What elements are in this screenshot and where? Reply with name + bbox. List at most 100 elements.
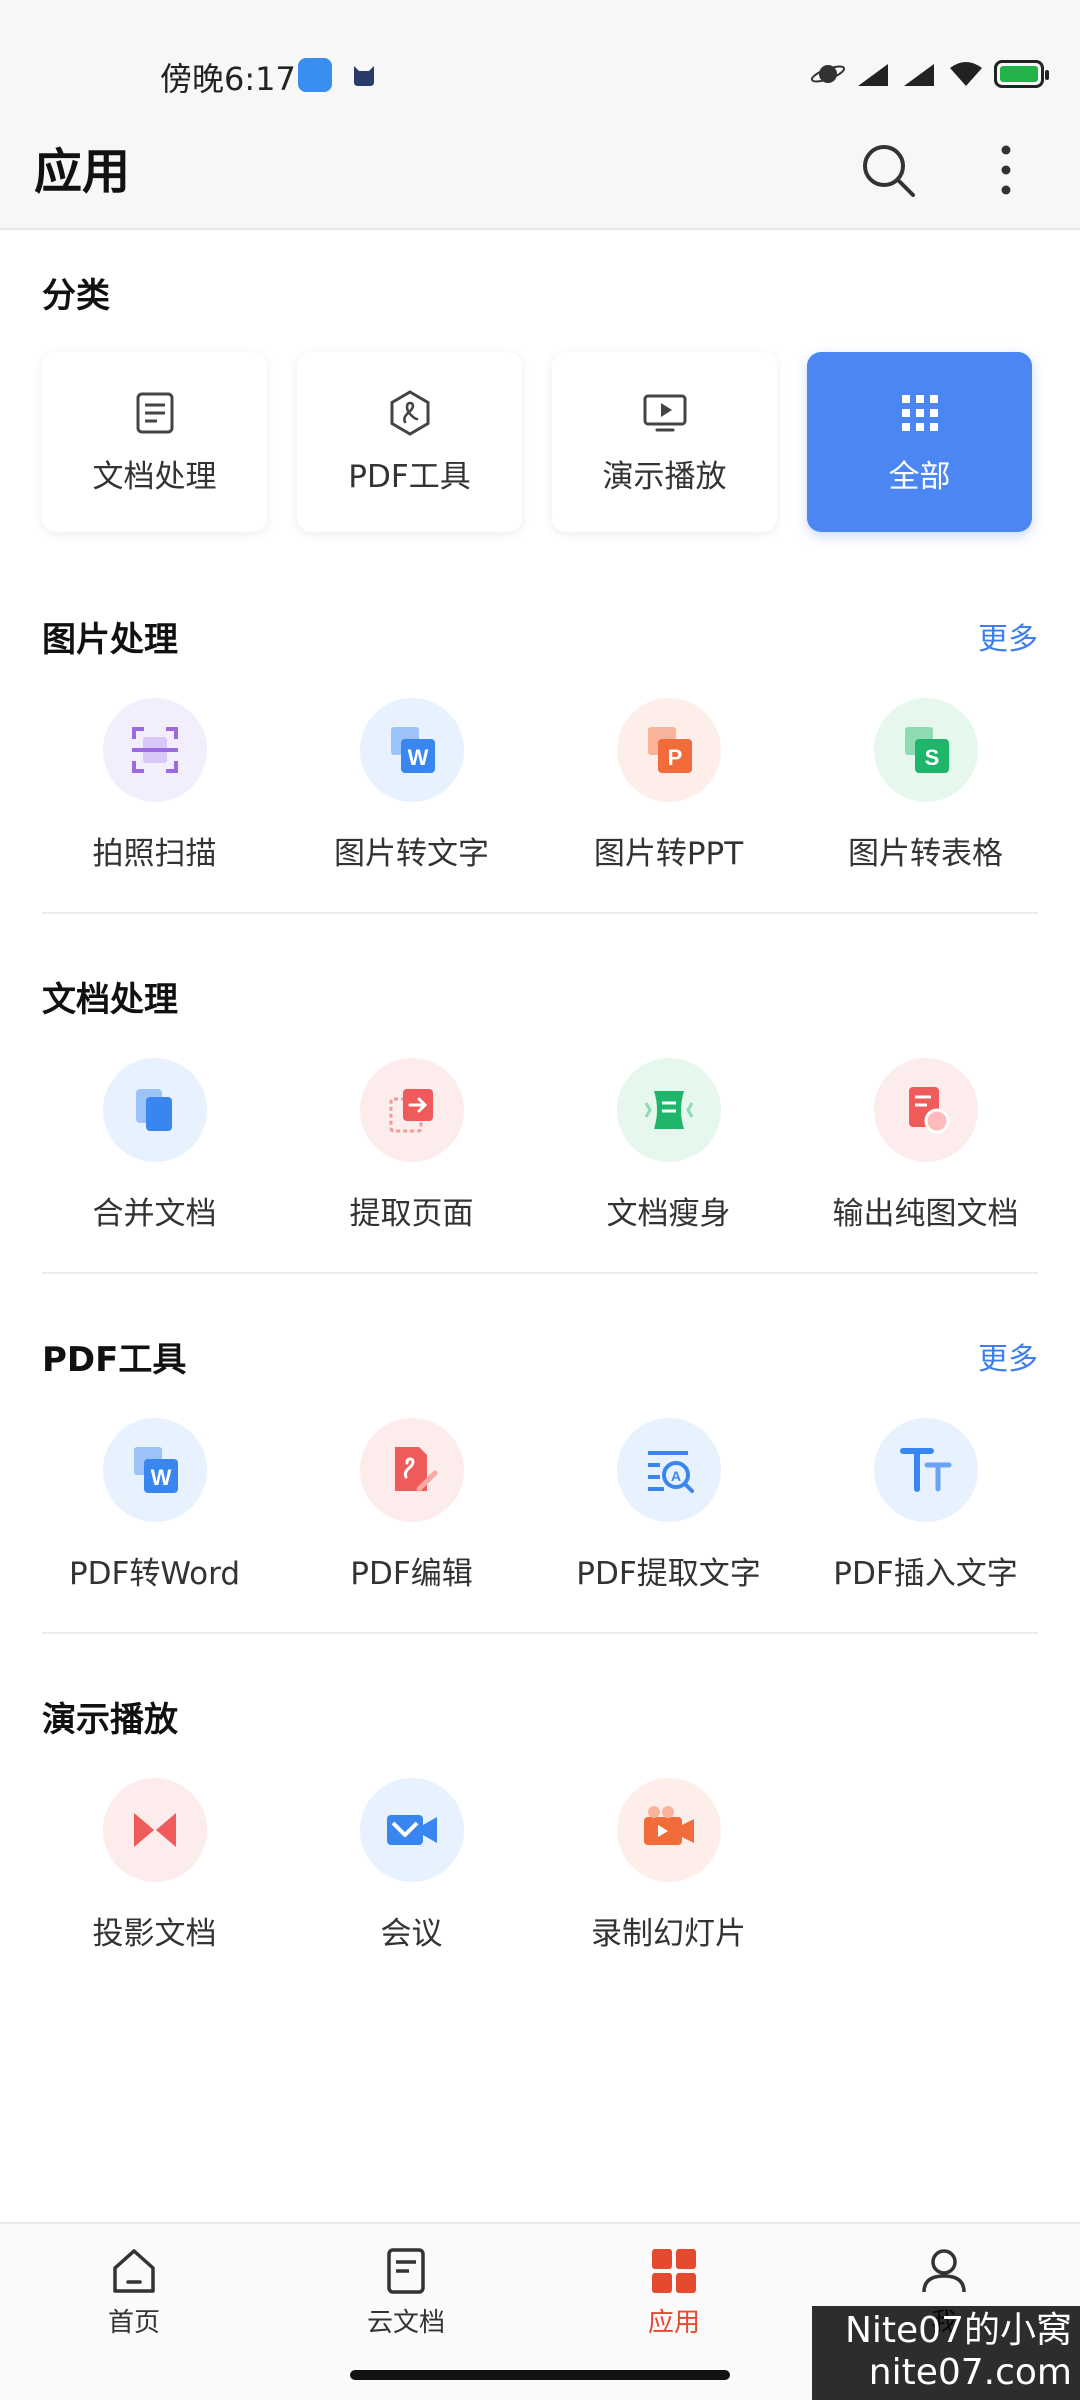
tool-image-to-sheet[interactable]: S 图片转表格 — [797, 698, 1054, 873]
section-divider — [42, 1272, 1038, 1274]
nav-label: 应用 — [647, 2308, 700, 2338]
tool-circle: P — [616, 698, 721, 802]
doc-processing-tools: 合并文档 提取页面 文档瘦身 输出纯图文档 — [26, 1058, 1056, 1233]
pdf-icon — [390, 389, 429, 436]
presentation-tools: 投影文档 会议 录制幻灯片 — [26, 1778, 1056, 1953]
tool-label: 图片转表格 — [848, 836, 1003, 872]
tool-export-image-doc[interactable]: 输出纯图文档 — [797, 1058, 1054, 1233]
tool-extract-page[interactable]: 提取页面 — [283, 1058, 540, 1233]
profile-icon — [922, 2249, 966, 2293]
section-divider — [42, 1632, 1038, 1634]
home-indicator[interactable] — [350, 2370, 730, 2380]
merge-icon — [135, 1089, 172, 1131]
pdf-tools: W PDF转Word PDF编辑 A PDF提取文字 PDF插入文字 — [26, 1418, 1056, 1593]
tool-image-to-word[interactable]: W 图片转文字 — [283, 698, 540, 873]
tool-meeting[interactable]: 会议 — [283, 1778, 540, 1953]
watermark-line2: nite07.com — [868, 2352, 1072, 2393]
tool-label: 文档瘦身 — [606, 1196, 731, 1232]
image-to-sheet-icon: S — [904, 727, 949, 773]
tool-circle — [102, 1058, 207, 1162]
tool-label: PDF插入文字 — [833, 1556, 1018, 1592]
tool-pdf-edit[interactable]: PDF编辑 — [283, 1418, 540, 1593]
category-title: 分类 — [42, 276, 110, 316]
svg-text:W: W — [150, 1465, 171, 1490]
slim-icon — [644, 1091, 693, 1129]
more-vertical-icon[interactable] — [984, 138, 1028, 202]
tool-circle — [616, 1778, 721, 1882]
tool-circle — [359, 1778, 464, 1882]
nav-label: 云文档 — [366, 2308, 445, 2338]
extract-page-icon — [389, 1089, 433, 1133]
apps-icon — [652, 2249, 696, 2293]
page-title: 应用 — [34, 144, 131, 200]
app-header: 应用 — [0, 110, 1080, 230]
tool-label: 输出纯图文档 — [832, 1196, 1019, 1232]
presentation-icon — [643, 394, 686, 431]
tool-image-to-ppt[interactable]: P 图片转PPT — [540, 698, 797, 873]
nav-item-apps[interactable]: 应用 — [584, 2246, 764, 2339]
tool-circle: W — [102, 1418, 207, 1522]
tool-circle — [102, 1778, 207, 1882]
tool-slim[interactable]: 文档瘦身 — [540, 1058, 797, 1233]
export-image-doc-icon — [908, 1087, 949, 1134]
tool-circle — [359, 1418, 464, 1522]
watermark: Nite07的小窝 nite07.com — [812, 2306, 1080, 2400]
tool-circle: W — [359, 698, 464, 802]
status-time: 傍晚6:17 — [160, 60, 296, 98]
tool-projection[interactable]: 投影文档 — [26, 1778, 283, 1953]
grid-icon — [901, 394, 938, 431]
signal-icon-1 — [858, 64, 888, 86]
pdf-extract-text-icon: A — [647, 1451, 694, 1493]
category-card-all[interactable]: 全部 — [807, 352, 1032, 532]
tool-label: PDF提取文字 — [576, 1556, 761, 1592]
projection-icon — [133, 1813, 176, 1847]
record-slides-icon — [643, 1806, 694, 1845]
search-icon[interactable] — [858, 140, 918, 200]
saturn-icon — [810, 65, 846, 83]
image-processing-more-link[interactable]: 更多 — [978, 614, 1038, 658]
image-processing-tools: 拍照扫描 W 图片转文字 P 图片转PPT S 图片转表格 — [26, 698, 1056, 873]
tool-label: PDF转Word — [68, 1556, 241, 1592]
svg-text:P: P — [667, 745, 682, 770]
tool-label: PDF编辑 — [350, 1556, 473, 1592]
svg-text:W: W — [407, 745, 428, 770]
cloud-doc-icon — [387, 2248, 425, 2294]
tool-pdf-extract-text[interactable]: A PDF提取文字 — [540, 1418, 797, 1593]
tool-label: 投影文档 — [92, 1916, 217, 1952]
pdf-edit-icon — [394, 1447, 437, 1492]
category-cards: 文档处理 PDF工具 演示播放 全部 — [42, 352, 1038, 532]
category-card-presentation[interactable]: 演示播放 — [552, 352, 777, 532]
image-to-ppt-icon: P — [647, 727, 692, 773]
image-to-word-icon: W — [390, 727, 435, 773]
tool-label: 图片转文字 — [334, 836, 489, 872]
battery-icon — [994, 60, 1049, 88]
tool-circle — [616, 1058, 721, 1162]
tool-circle — [873, 1418, 978, 1522]
pdf-tools-more-link[interactable]: 更多 — [978, 1334, 1038, 1378]
app-screen: 傍晚6:17 应用 分类 文档处理 PDF工具 演示播放 全部 图片处理 更多 … — [0, 0, 1080, 2400]
tool-label: 录制幻灯片 — [591, 1916, 746, 1952]
nav-item-home[interactable]: 首页 — [44, 2246, 224, 2339]
tool-scan[interactable]: 拍照扫描 — [26, 698, 283, 873]
nav-item-cloud-doc[interactable]: 云文档 — [316, 2246, 496, 2339]
tool-circle: S — [873, 698, 978, 802]
svg-text:S: S — [924, 745, 939, 770]
tool-pdf-to-word[interactable]: W PDF转Word — [26, 1418, 283, 1593]
watermark-line1: Nite07的小窝 — [844, 2310, 1072, 2351]
document-icon — [136, 392, 173, 433]
pdf-tools-title: PDF工具 — [42, 1340, 187, 1380]
tool-circle — [102, 698, 207, 802]
status-indicators — [810, 56, 1049, 92]
tool-record-slides[interactable]: 录制幻灯片 — [540, 1778, 797, 1953]
pdf-insert-text-icon — [899, 1448, 951, 1492]
tool-circle — [873, 1058, 978, 1162]
category-card-document[interactable]: 文档处理 — [42, 352, 267, 532]
presentation-title: 演示播放 — [42, 1700, 178, 1740]
image-processing-title: 图片处理 — [42, 620, 178, 660]
tool-label: 合并文档 — [92, 1196, 217, 1232]
tool-label: 拍照扫描 — [92, 836, 217, 872]
meeting-icon — [386, 1815, 437, 1845]
category-card-pdf[interactable]: PDF工具 — [297, 352, 522, 532]
tool-pdf-insert-text[interactable]: PDF插入文字 — [797, 1418, 1054, 1593]
tool-merge[interactable]: 合并文档 — [26, 1058, 283, 1233]
